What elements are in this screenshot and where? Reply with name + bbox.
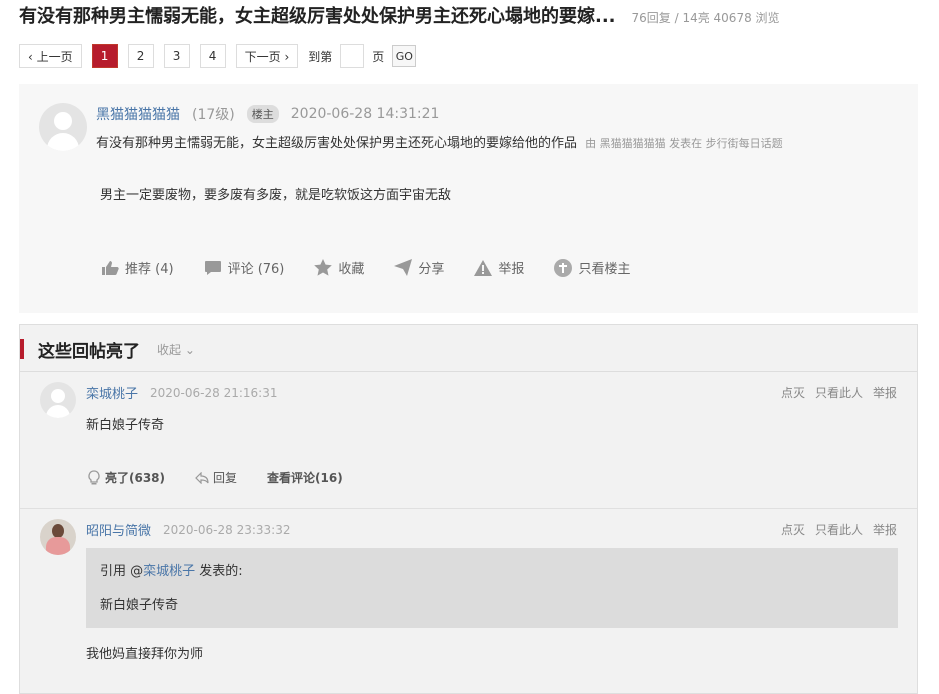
reply-arrow-icon <box>195 471 209 484</box>
page-1-button[interactable]: 1 <box>91 44 118 68</box>
collapse-toggle[interactable]: 收起 ⌄ <box>157 341 195 358</box>
page-2-button[interactable]: 2 <box>127 44 154 68</box>
quoted-user-link[interactable]: 栾城桃子 <box>143 564 195 579</box>
post-subject: 有没有那种男主懦弱无能，女主超级厉害处处保护男主还死心塌地的要嫁给他的作品 由 … <box>96 132 783 151</box>
reply-time: 2020-06-28 21:16:31 <box>150 385 278 400</box>
paper-plane-icon <box>394 259 413 276</box>
downvote-link[interactable]: 点灭 <box>781 521 805 538</box>
prev-page-button[interactable]: ‹ 上一页 <box>19 44 82 68</box>
post-actions: 推荐 (4) 评论 (76) 收藏 分享 举报 只看楼主 <box>101 258 660 277</box>
reply-links: 点灭 只看此人 举报 <box>781 521 897 538</box>
lightbulb-icon <box>88 469 100 484</box>
page-3-button[interactable]: 3 <box>163 44 190 68</box>
reply-author-line: 栾城桃子 2020-06-28 21:16:31 <box>86 383 278 403</box>
author-level: (17级) <box>192 107 235 123</box>
reply-actions: 亮了(638) 回复 查看评论(16) <box>87 469 373 486</box>
main-post: 黑猫猫猫猫猫 (17级) 楼主 2020-06-28 14:31:21 有没有那… <box>19 84 918 313</box>
owner-badge: 楼主 <box>246 105 279 123</box>
thread-stats: 76回复 / 14亮 40678 浏览 <box>631 11 780 25</box>
view-comments-button[interactable]: 查看评论(16) <box>267 469 343 486</box>
reply-author-name[interactable]: 栾城桃子 <box>86 383 138 402</box>
author-avatar[interactable] <box>39 103 87 151</box>
warning-icon <box>474 259 493 276</box>
post-time: 2020-06-28 14:31:21 <box>290 106 440 122</box>
comment-button[interactable]: 评论 (76) <box>204 258 284 277</box>
reply-time: 2020-06-28 23:33:32 <box>163 522 291 537</box>
recommend-button[interactable]: 推荐 (4) <box>101 258 174 277</box>
owner-only-button[interactable]: 只看楼主 <box>554 258 630 277</box>
quote-block: 引用 @栾城桃子 发表的: 新白娘子传奇 <box>86 548 898 628</box>
page-number-input[interactable] <box>340 44 365 68</box>
reply-author-line: 昭阳与简微 2020-06-28 23:33:32 <box>86 520 291 540</box>
comment-icon <box>204 260 221 275</box>
thumbs-up-icon <box>102 260 119 275</box>
post-body: 男主一定要废物，要多废有多废，就是吃软饭这方面宇宙无敌 <box>100 188 452 203</box>
star-icon <box>314 259 333 276</box>
quoted-text: 新白娘子传奇 <box>100 598 179 613</box>
reply-avatar[interactable] <box>40 519 76 555</box>
goto-suffix: 页 <box>372 49 385 64</box>
author-name[interactable]: 黑猫猫猫猫猫 <box>96 104 180 124</box>
chevron-down-icon: ⌄ <box>181 343 195 357</box>
author-line: 黑猫猫猫猫猫 (17级) 楼主 2020-06-28 14:31:21 <box>96 104 439 124</box>
thread-title: 有没有那种男主懦弱无能，女主超级厉害处处保护男主还死心塌地的要嫁... <box>19 6 616 27</box>
reply-button[interactable]: 回复 <box>195 469 237 486</box>
report-link[interactable]: 举报 <box>873 521 897 538</box>
reply-avatar[interactable] <box>40 382 76 418</box>
highlighted-replies: 这些回帖亮了 收起 ⌄ 栾城桃子 2020-06-28 21:16:31 点灭 … <box>19 324 918 694</box>
divider <box>20 371 917 372</box>
favorite-button[interactable]: 收藏 <box>314 258 364 277</box>
highlight-accent-bar <box>20 339 24 359</box>
page-4-button[interactable]: 4 <box>199 44 226 68</box>
post-subject-text: 有没有那种男主懦弱无能，女主超级厉害处处保护男主还死心塌地的要嫁给他的作品 <box>96 136 578 151</box>
only-this-user-link[interactable]: 只看此人 <box>815 384 863 401</box>
post-source: 由 黑猫猫猫猫猫 发表在 步行街每日话题 <box>585 137 783 150</box>
reply-links: 点灭 只看此人 举报 <box>781 384 897 401</box>
report-link[interactable]: 举报 <box>873 384 897 401</box>
quote-header: 引用 @栾城桃子 发表的: <box>100 564 243 579</box>
highlights-title: 这些回帖亮了 <box>38 342 140 362</box>
goto-prefix: 到第 <box>308 49 333 64</box>
reply-author-name[interactable]: 昭阳与简微 <box>86 520 151 539</box>
only-this-user-link[interactable]: 只看此人 <box>815 521 863 538</box>
next-page-button[interactable]: 下一页 › <box>235 44 299 68</box>
share-button[interactable]: 分享 <box>394 258 444 277</box>
reply-text: 我他妈直接拜你为师 <box>86 647 204 662</box>
report-button[interactable]: 举报 <box>474 258 524 277</box>
owner-circle-icon <box>554 258 573 277</box>
divider <box>20 508 917 509</box>
reply-text: 新白娘子传奇 <box>86 418 165 433</box>
downvote-link[interactable]: 点灭 <box>781 384 805 401</box>
light-button[interactable]: 亮了(638) <box>87 469 165 486</box>
thread-header: 有没有那种男主懦弱无能，女主超级厉害处处保护男主还死心塌地的要嫁... 76回复… <box>19 2 780 27</box>
go-button[interactable]: GO <box>392 45 417 67</box>
pagination: ‹ 上一页 1 2 3 4 下一页 › 到第 页 GO <box>19 44 417 68</box>
highlights-header: 这些回帖亮了 收起 ⌄ <box>20 335 917 371</box>
